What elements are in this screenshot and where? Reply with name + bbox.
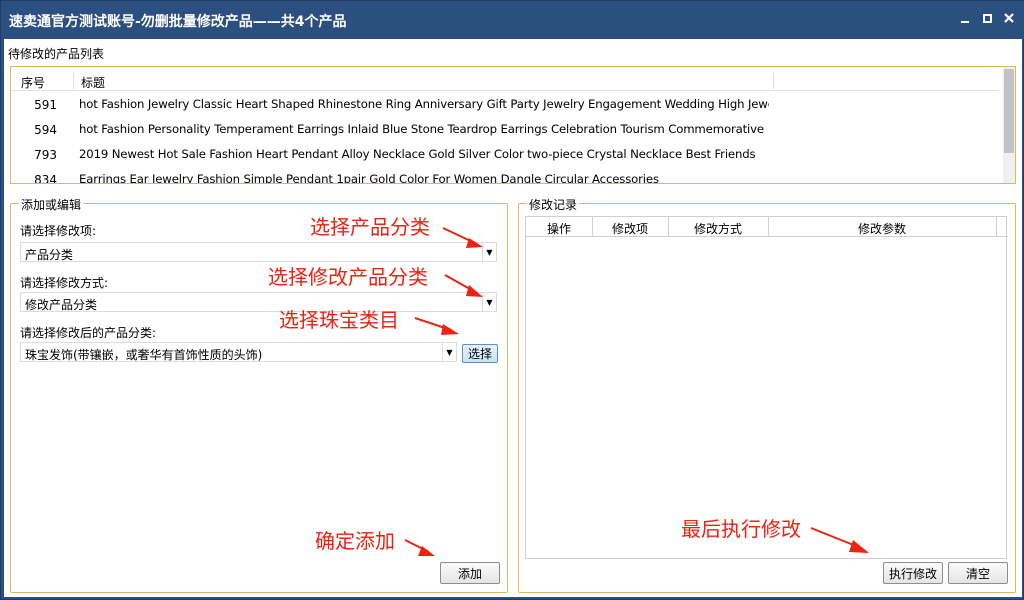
annotation-arrow-icon xyxy=(810,527,869,553)
row-title: hot Fashion Personality Temperament Earr… xyxy=(79,122,764,136)
chevron-down-icon[interactable]: ▼ xyxy=(442,343,456,361)
row-number: 793 xyxy=(34,148,57,162)
table-row[interactable]: 594 hot Fashion Personality Temperament … xyxy=(11,118,771,143)
column-header-title[interactable]: 标题 xyxy=(81,74,105,91)
category-select[interactable]: 珠宝发饰(带镶嵌，或奢华有首饰性质的头饰) ▼ xyxy=(20,342,457,362)
annotation-select-category: 选择产品分类 xyxy=(310,215,430,239)
execute-button[interactable]: 执行修改 xyxy=(883,562,943,584)
modify-method-select[interactable]: 修改产品分类 ▼ xyxy=(20,292,497,312)
row-number: 834 xyxy=(34,173,57,184)
column-header-action[interactable]: 操作 xyxy=(526,220,592,237)
add-button[interactable]: 添加 xyxy=(440,562,500,584)
modify-item-select[interactable]: 产品分类 ▼ xyxy=(20,242,497,262)
annotation-select-jewelry: 选择珠宝类目 xyxy=(279,308,399,332)
modify-method-value: 修改产品分类 xyxy=(25,298,98,312)
clear-button[interactable]: 清空 xyxy=(948,562,1008,584)
records-table[interactable]: 操作 修改项 修改方式 修改参数 xyxy=(525,216,1008,559)
product-list-label: 待修改的产品列表 xyxy=(8,47,105,61)
maximize-icon[interactable] xyxy=(979,9,995,27)
title-bar[interactable]: 速卖通官方测试账号-勿删批量修改产品——共4个产品 xyxy=(1,1,1024,39)
column-header-method[interactable]: 修改方式 xyxy=(668,220,768,237)
row-title: Earrings Ear Jewelry Fashion Simple Pend… xyxy=(79,172,659,184)
column-header-params[interactable]: 修改参数 xyxy=(768,220,996,237)
records-group-title: 修改记录 xyxy=(527,196,580,213)
modify-method-label: 请选择修改方式: xyxy=(20,276,109,290)
row-title: hot Fashion Jewelry Classic Heart Shaped… xyxy=(79,97,769,111)
product-list[interactable]: 序号 标题 591 hot Fashion Jewelry Classic He… xyxy=(10,66,1016,184)
annotation-arrow-icon xyxy=(442,227,483,248)
category-value: 珠宝发饰(带镶嵌，或奢华有首饰性质的头饰) xyxy=(25,348,263,362)
annotation-arrow-icon xyxy=(444,274,483,297)
column-header-number[interactable]: 序号 xyxy=(21,74,45,91)
annotation-finally-execute: 最后执行修改 xyxy=(681,517,801,541)
category-label: 请选择修改后的产品分类: xyxy=(20,326,157,340)
close-icon[interactable] xyxy=(1001,9,1017,27)
column-header-item[interactable]: 修改项 xyxy=(592,220,668,237)
row-number: 594 xyxy=(34,123,57,137)
table-row[interactable]: 793 2019 Newest Hot Sale Fashion Heart P… xyxy=(11,143,771,168)
window-controls xyxy=(957,9,1017,27)
annotation-arrow-icon xyxy=(404,539,435,556)
window-client-area: 待修改的产品列表 序号 标题 591 hot Fashion Jewelry C… xyxy=(4,39,1022,597)
annotation-arrow-icon xyxy=(414,317,459,335)
table-row[interactable]: 591 hot Fashion Jewelry Classic Heart Sh… xyxy=(11,93,771,118)
records-table-header: 操作 修改项 修改方式 修改参数 xyxy=(526,217,1008,237)
row-number: 591 xyxy=(34,98,57,112)
add-edit-group: 添加或编辑 请选择修改项: 产品分类 ▼ 请选择修改方式: 修改产品分类 ▼ 请… xyxy=(10,196,508,593)
table-row[interactable]: 834 Earrings Ear Jewelry Fashion Simple … xyxy=(11,168,771,184)
annotation-confirm-add: 确定添加 xyxy=(315,529,395,553)
annotation-select-modify-category: 选择修改产品分类 xyxy=(268,265,428,289)
add-edit-group-title: 添加或编辑 xyxy=(19,196,84,213)
row-title: 2019 Newest Hot Sale Fashion Heart Penda… xyxy=(79,147,756,161)
window-title: 速卖通官方测试账号-勿删批量修改产品——共4个产品 xyxy=(9,14,347,30)
product-list-header: 序号 标题 xyxy=(11,71,999,91)
modify-item-value: 产品分类 xyxy=(25,248,74,262)
modify-item-label: 请选择修改项: xyxy=(20,224,97,238)
select-category-button[interactable]: 选择 xyxy=(462,344,498,363)
minimize-icon[interactable] xyxy=(957,9,973,27)
batch-edit-window: 速卖通官方测试账号-勿删批量修改产品——共4个产品 待修改的产品列表 序号 标题… xyxy=(0,0,1024,600)
product-list-scrollbar[interactable] xyxy=(1003,67,1015,183)
scrollbar-thumb[interactable] xyxy=(1004,69,1014,153)
